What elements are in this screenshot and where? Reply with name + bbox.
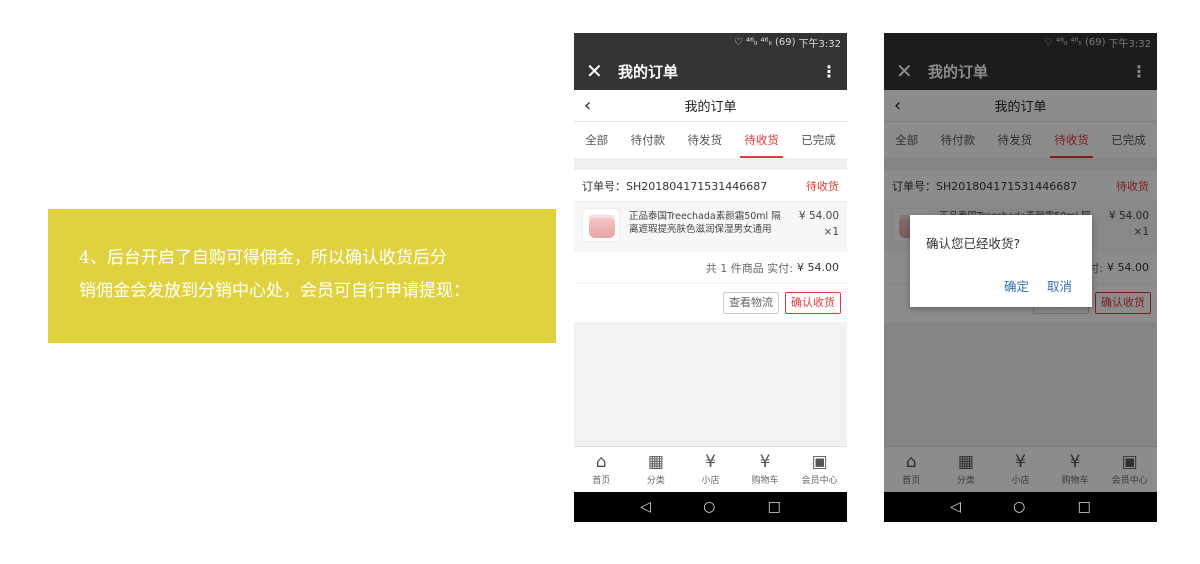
app-bar: ✕ 我的订单 ⋮ — [574, 52, 847, 90]
status-time: 下午3:32 — [798, 39, 841, 50]
nav-label: 购物车 — [751, 476, 779, 486]
grid-icon: ▦ — [647, 452, 664, 472]
nav-item-shop[interactable]: ¥ 小店 — [683, 447, 737, 492]
dialog-cancel-button[interactable]: 取消 — [1047, 276, 1072, 295]
instruction-note: 4、后台开启了自购可得佣金，所以确认收货后分 销佣金会发放到分销中心处，会员可自… — [48, 209, 556, 343]
qr-code-icon: ▣ — [811, 452, 828, 472]
order-total-label: 共 1 件商品 实付: — [705, 261, 793, 275]
order-tabs: 全部 待付款 待发货 待收货 已完成 — [574, 122, 847, 158]
close-icon[interactable]: ✕ — [586, 59, 610, 83]
back-triangle-icon[interactable]: ◁ — [640, 499, 651, 515]
product-price-block: ¥ 54.00 ×1 — [789, 208, 839, 240]
confirm-receipt-button[interactable]: 确认收货 — [785, 292, 841, 314]
nav-item-member[interactable]: ▣ 会员中心 — [793, 447, 847, 492]
instruction-line-2: 销佣金会发放到分销中心处，会员可自行申请提现： — [79, 281, 470, 301]
nav-label: 分类 — [646, 476, 665, 486]
system-nav-bar: ◁ ○ □ — [574, 492, 847, 522]
phone-screen-orders: ♡ ⁴⁶ₗₗ ⁴⁶ₗₗ (69) 下午3:32 ✕ 我的订单 ⋮ ‹ 我的订单 … — [574, 33, 847, 522]
product-quantity: ×1 — [823, 226, 839, 238]
nav-label: 小店 — [701, 476, 720, 486]
nav-item-category[interactable]: ▦ 分类 — [629, 447, 683, 492]
product-price: ¥ 54.00 — [798, 210, 839, 222]
order-total-amount: ¥ 54.00 — [797, 261, 839, 274]
order-header: 订单号：SH201804171531446687 待收货 — [574, 170, 847, 202]
system-nav-bar: ◁ ○ □ — [884, 492, 1157, 522]
dialog-buttons: 确定 取消 — [1004, 276, 1072, 295]
cart-yen-icon: ¥ — [759, 452, 771, 472]
order-total: 共 1 件商品 实付: ¥ 54.00 — [574, 252, 847, 284]
back-triangle-icon[interactable]: ◁ — [950, 499, 961, 515]
jar-body — [589, 218, 615, 238]
product-name: 正品泰国Treechada素颜霜50ml 隔离遮瑕提亮肤色滋润保湿男女通用 — [629, 211, 781, 235]
page-header: ‹ 我的订单 — [574, 90, 847, 122]
tab-pending-payment[interactable]: 待付款 — [627, 122, 670, 158]
recent-apps-icon[interactable]: □ — [1078, 499, 1091, 515]
tab-all[interactable]: 全部 — [581, 122, 612, 158]
order-number: 订单号：SH201804171531446687 — [582, 179, 768, 193]
home-circle-icon[interactable]: ○ — [1013, 499, 1025, 515]
bottom-nav: ⌂ 首页 ▦ 分类 ¥ 小店 ¥ 购物车 ▣ 会员中心 — [574, 446, 847, 492]
more-vertical-icon[interactable]: ⋮ — [821, 62, 837, 81]
nav-item-home[interactable]: ⌂ 首页 — [574, 447, 628, 492]
nav-label: 会员中心 — [801, 476, 838, 486]
home-circle-icon[interactable]: ○ — [703, 499, 715, 515]
order-status: 待收货 — [806, 179, 839, 193]
dialog-ok-button[interactable]: 确定 — [1004, 276, 1029, 295]
product-thumbnail — [582, 208, 620, 242]
nav-item-cart[interactable]: ¥ 购物车 — [738, 447, 792, 492]
confirm-receipt-dialog: 确认您已经收货? 确定 取消 — [910, 215, 1092, 307]
tab-pending-receipt[interactable]: 待收货 — [740, 122, 783, 158]
page-title: 我的订单 — [684, 100, 737, 115]
chevron-left-icon[interactable]: ‹ — [584, 95, 591, 116]
order-product[interactable]: 正品泰国Treechada素颜霜50ml 隔离遮瑕提亮肤色滋润保湿男女通用 ¥ … — [574, 202, 847, 252]
tab-completed[interactable]: 已完成 — [797, 122, 840, 158]
view-logistics-button[interactable]: 查看物流 — [723, 292, 779, 314]
phone-screen-confirm-dialog: ♡ ⁴⁶ₗₗ ⁴⁶ₗₗ (69) 下午3:32 ✕ 我的订单 ⋮ ‹ 我的订单 … — [884, 33, 1157, 522]
dialog-message: 确认您已经收货? — [926, 236, 1021, 251]
divider — [574, 158, 847, 170]
shop-ticket-icon: ¥ — [705, 452, 716, 472]
recent-apps-icon[interactable]: □ — [768, 499, 781, 515]
store-icon: ⌂ — [595, 452, 607, 472]
tab-pending-shipment[interactable]: 待发货 — [683, 122, 726, 158]
status-icons: ♡ ⁴⁶ₗₗ ⁴⁶ₗₗ (69) — [733, 37, 796, 48]
status-bar: ♡ ⁴⁶ₗₗ ⁴⁶ₗₗ (69) 下午3:32 — [574, 33, 847, 52]
app-bar-title: 我的订单 — [618, 62, 679, 81]
nav-label: 首页 — [592, 476, 611, 486]
instruction-line-1: 4、后台开启了自购可得佣金，所以确认收货后分 — [79, 248, 447, 268]
order-actions: 查看物流 确认收货 — [574, 284, 847, 322]
